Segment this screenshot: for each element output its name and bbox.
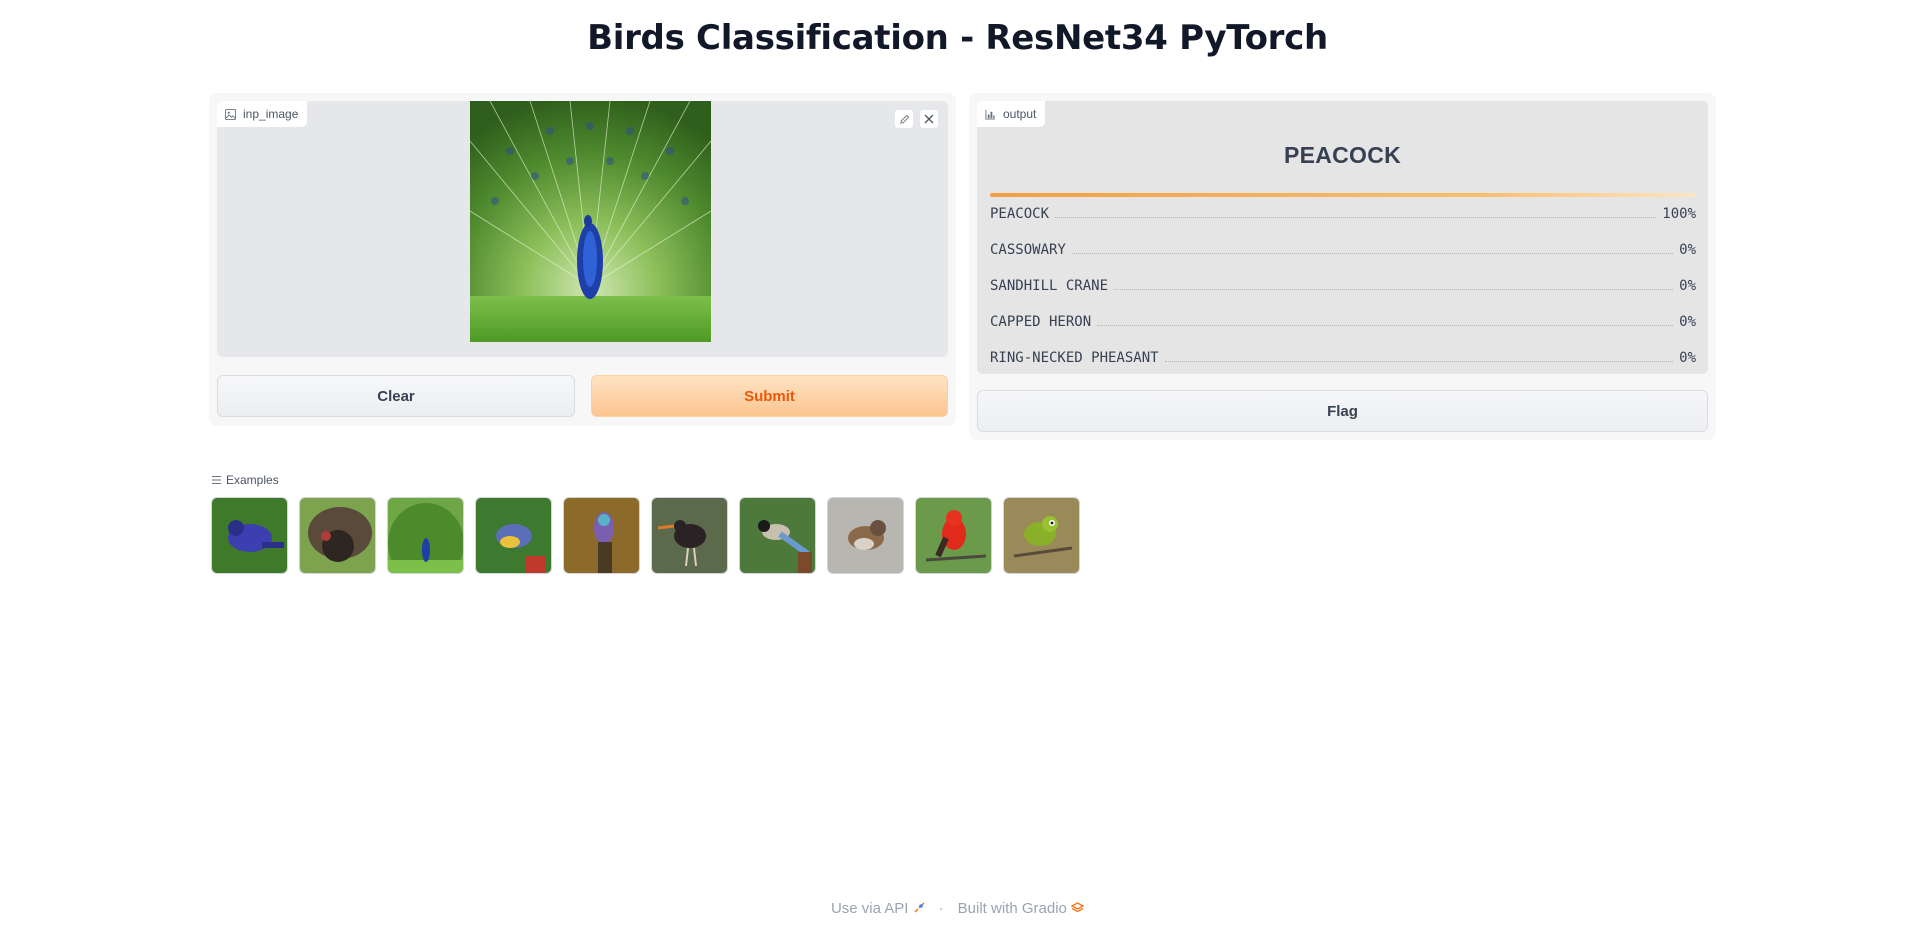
confidence-row[interactable]: PEACOCK 100% [990,202,1696,238]
example-image [564,498,639,573]
confidence-list: PEACOCK 100% CASSOWARY 0% SANDHILL CRANE… [990,193,1696,382]
page-title: Birds Classification - ResNet34 PyTorch [587,18,1328,58]
predicted-class: PEACOCK [1283,142,1402,168]
example-thumb-blue-bird[interactable] [211,497,288,574]
example-thumb-warbler[interactable] [475,497,552,574]
edit-image-button[interactable] [894,109,914,129]
flag-button[interactable]: Flag [977,390,1708,432]
output-label: output [977,101,1046,127]
input-panel: inp_image Clear Submit [209,93,956,426]
image-upload-area[interactable]: inp_image [217,101,948,357]
confidence-label: CAPPED HERON [990,314,1092,330]
confidence-value: 0% [1679,242,1696,258]
confidence-label: CASSOWARY [990,242,1066,258]
example-thumb-flycatcher[interactable] [915,497,992,574]
gradio-logo-icon [1070,902,1085,913]
dotted-leader [1164,350,1674,362]
confidence-row[interactable]: CAPPED HERON 0% [990,310,1696,346]
dotted-leader [1071,242,1674,254]
input-label: inp_image [217,101,308,127]
rocket-icon [914,902,925,913]
confidence-value: 0% [1679,278,1696,294]
confidence-label: RING-NECKED PHEASANT [990,350,1159,366]
example-thumb-roller[interactable] [563,497,640,574]
example-thumb-magpie[interactable] [739,497,816,574]
example-image [212,498,287,573]
submit-button[interactable]: Submit [591,375,948,417]
pencil-icon [899,114,909,124]
label-output: output PEACOCK PEACOCK 100% CASSOWARY 0%… [977,101,1708,374]
example-thumb-sparrow[interactable] [827,497,904,574]
clear-button[interactable]: Clear [217,375,575,417]
confidence-value: 0% [1679,350,1696,366]
use-via-api-link[interactable]: Use via API [831,900,925,917]
example-thumb-peacock[interactable] [387,497,464,574]
example-image [916,498,991,573]
example-image [652,498,727,573]
dotted-leader [1055,206,1657,218]
confidence-label: SANDHILL CRANE [990,278,1109,294]
examples-label: Examples [211,473,279,487]
list-icon [212,476,221,484]
example-image [740,498,815,573]
example-image [828,498,903,573]
dotted-leader [1097,314,1674,326]
example-thumb-turkey[interactable] [299,497,376,574]
confidence-label: PEACOCK [990,206,1050,222]
confidence-row[interactable]: SANDHILL CRANE 0% [990,274,1696,310]
output-label-text: output [1003,107,1037,121]
input-label-text: inp_image [243,107,299,121]
output-panel: output PEACOCK PEACOCK 100% CASSOWARY 0%… [969,93,1716,440]
built-with-gradio-link[interactable]: Built with Gradio [957,900,1085,917]
example-image [476,498,551,573]
uploaded-peacock-image [470,101,711,342]
bar-chart-icon [985,109,996,120]
confidence-row[interactable]: RING-NECKED PHEASANT 0% [990,346,1696,382]
examples-label-text: Examples [226,473,279,487]
confidence-value: 0% [1679,314,1696,330]
use-via-api-text: Use via API [830,900,909,917]
example-image [1004,498,1079,573]
confidence-row[interactable]: CASSOWARY 0% [990,238,1696,274]
example-image [388,498,463,573]
example-image [300,498,375,573]
footer-separator: · [938,900,944,917]
confidence-value: 100% [1662,206,1696,222]
confidence-bar [990,193,1696,197]
built-with-gradio-text: Built with Gradio [957,900,1067,917]
dotted-leader [1114,278,1674,290]
close-icon [924,114,934,124]
clear-image-button[interactable] [919,109,939,129]
example-thumb-white-eye[interactable] [1003,497,1080,574]
example-thumb-oystercatcher[interactable] [651,497,728,574]
examples-gallery [211,497,1080,574]
image-icon [225,108,236,120]
footer: Use via API · Built with Gradio [0,900,1915,917]
